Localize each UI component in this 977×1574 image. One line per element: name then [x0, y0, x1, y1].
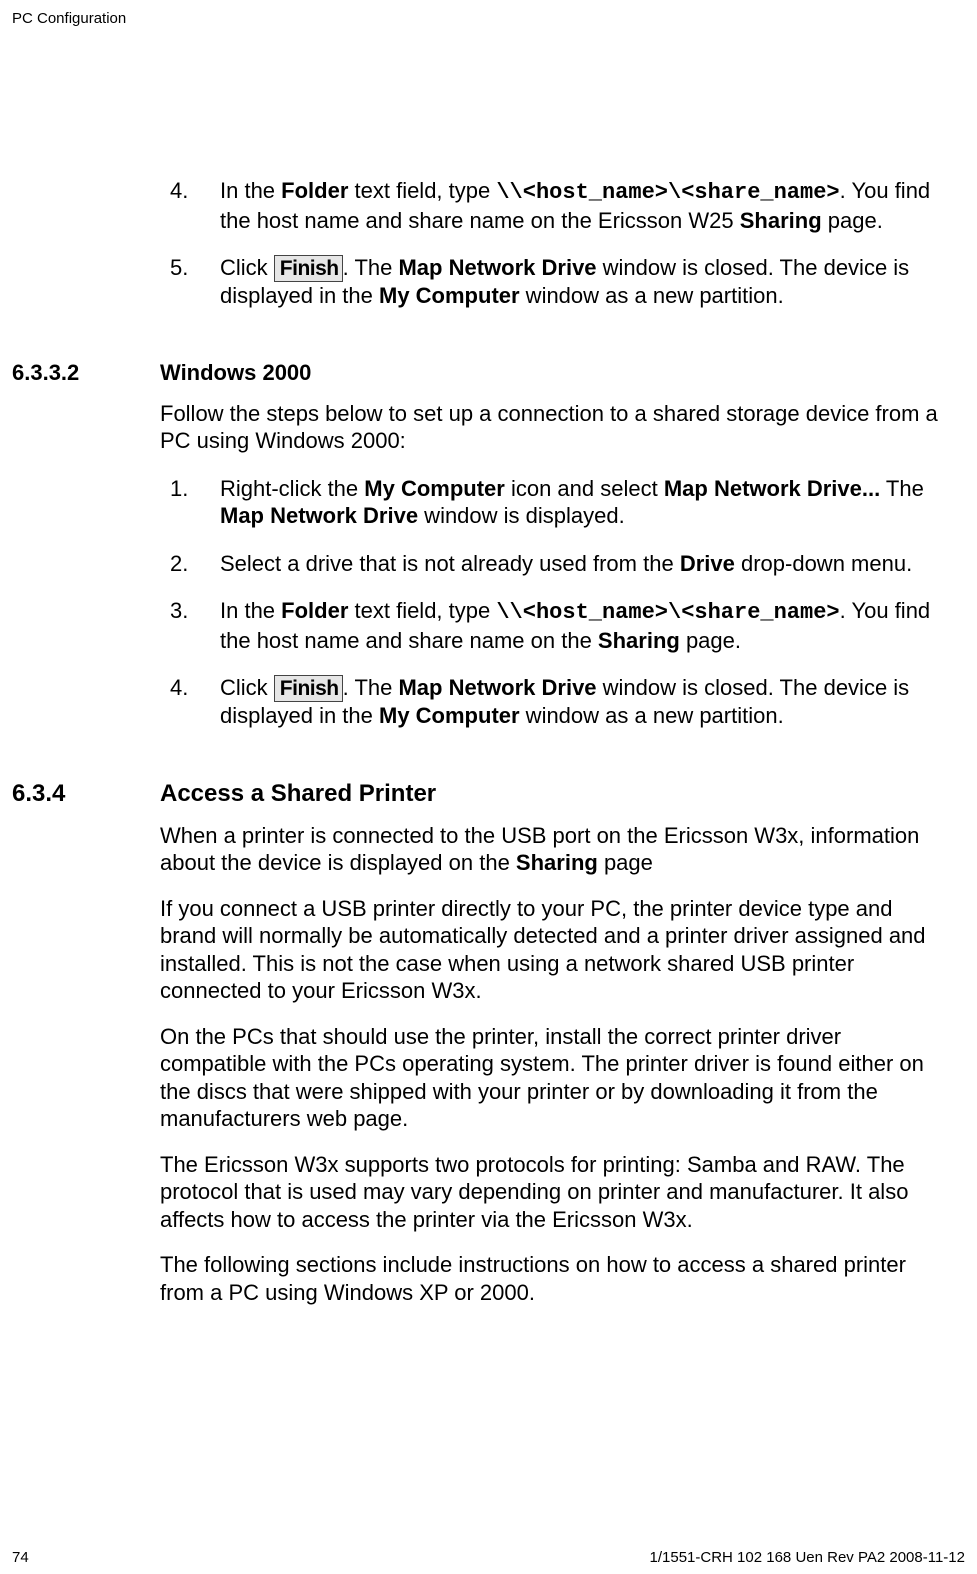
step-1: Right-click the My Computer icon and sel…	[160, 475, 939, 530]
paragraph: If you connect a USB printer directly to…	[160, 895, 939, 1005]
finish-button-label: Finish	[274, 675, 343, 702]
document-page: PC Configuration In the Folder text fiel…	[0, 0, 977, 1574]
section-number: 6.3.3.2	[12, 360, 160, 386]
section-6-3-4: 6.3.4 Access a Shared Printer	[12, 780, 939, 808]
section-6-3-3-2: 6.3.3.2 Windows 2000	[12, 360, 939, 386]
step-4: In the Folder text field, type \\<host_n…	[160, 177, 939, 234]
section-6-3-4-body: When a printer is connected to the USB p…	[160, 822, 939, 1307]
paragraph: The following sections include instructi…	[160, 1251, 939, 1306]
paragraph: The Ericsson W3x supports two protocols …	[160, 1151, 939, 1234]
section-title: Access a Shared Printer	[160, 780, 436, 808]
step-2: Select a drive that is not already used …	[160, 550, 939, 578]
step-3: In the Folder text field, type \\<host_n…	[160, 597, 939, 654]
steps-continuation: In the Folder text field, type \\<host_n…	[160, 177, 939, 310]
header-title: PC Configuration	[12, 10, 939, 27]
section-6-3-3-2-body: Follow the steps below to set up a conne…	[160, 400, 939, 730]
step-5: Click Finish . The Map Network Drive win…	[160, 254, 939, 310]
intro-paragraph: Follow the steps below to set up a conne…	[160, 400, 939, 455]
page-number: 74	[12, 1549, 29, 1566]
finish-button-label: Finish	[274, 255, 343, 282]
document-reference: 1/1551-CRH 102 168 Uen Rev PA2 2008-11-1…	[650, 1549, 965, 1566]
section-number: 6.3.4	[12, 780, 160, 808]
step-4: Click Finish . The Map Network Drive win…	[160, 674, 939, 730]
section-title: Windows 2000	[160, 360, 311, 386]
paragraph: When a printer is connected to the USB p…	[160, 822, 939, 877]
page-footer: 74 1/1551-CRH 102 168 Uen Rev PA2 2008-1…	[12, 1549, 965, 1566]
paragraph: On the PCs that should use the printer, …	[160, 1023, 939, 1133]
